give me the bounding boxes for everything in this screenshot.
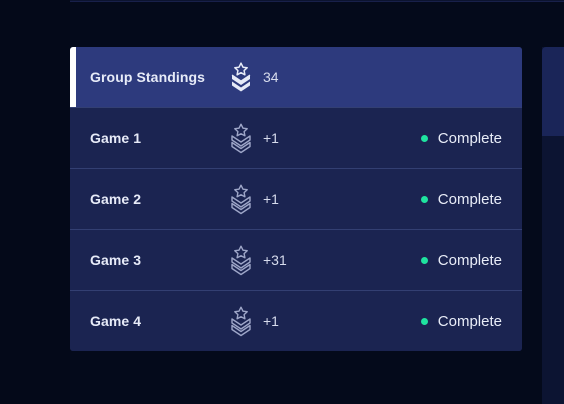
status-label: Complete <box>437 251 502 269</box>
game-row[interactable]: Game 2 +1 Complete <box>70 169 522 230</box>
rank-chevron-star-icon <box>231 123 251 154</box>
game-points: +1 <box>263 313 279 329</box>
rank-chevron-star-icon <box>231 245 251 276</box>
rank-chevron-star-icon <box>231 62 251 92</box>
game-points: +1 <box>263 191 279 207</box>
side-panel-header <box>542 47 564 136</box>
game-status: Complete <box>420 190 502 208</box>
game-status: Complete <box>420 129 502 147</box>
group-total-points: 34 <box>263 69 279 85</box>
game-row[interactable]: Game 1 +1 Complete <box>70 108 522 169</box>
game-status: Complete <box>420 312 502 330</box>
game-screen: Group Standings 34 Game 1 +1 Complete Ga… <box>0 0 564 404</box>
game-label: Game 4 <box>90 313 142 329</box>
top-divider <box>70 0 564 2</box>
group-standings-panel: Group Standings 34 Game 1 +1 Complete Ga… <box>70 47 522 351</box>
game-status: Complete <box>420 251 502 269</box>
status-dot-icon <box>420 195 428 203</box>
status-label: Complete <box>437 312 502 330</box>
game-label: Game 2 <box>90 191 142 207</box>
status-dot-icon <box>420 256 428 264</box>
group-standings-row[interactable]: Group Standings 34 <box>70 47 522 108</box>
left-rail <box>0 0 70 404</box>
game-label: Game 1 <box>90 130 142 146</box>
side-panel <box>542 47 564 404</box>
rank-chevron-star-icon <box>231 306 251 337</box>
game-points: +1 <box>263 130 279 146</box>
rank-chevron-star-icon <box>231 184 251 215</box>
status-dot-icon <box>420 317 428 325</box>
game-row[interactable]: Game 3 +31 Complete <box>70 230 522 291</box>
status-label: Complete <box>437 129 502 147</box>
game-row[interactable]: Game 4 +1 Complete <box>70 291 522 351</box>
status-dot-icon <box>420 134 428 142</box>
game-points: +31 <box>263 252 287 268</box>
game-label: Game 3 <box>90 252 142 268</box>
status-label: Complete <box>437 190 502 208</box>
group-standings-label: Group Standings <box>90 69 206 85</box>
